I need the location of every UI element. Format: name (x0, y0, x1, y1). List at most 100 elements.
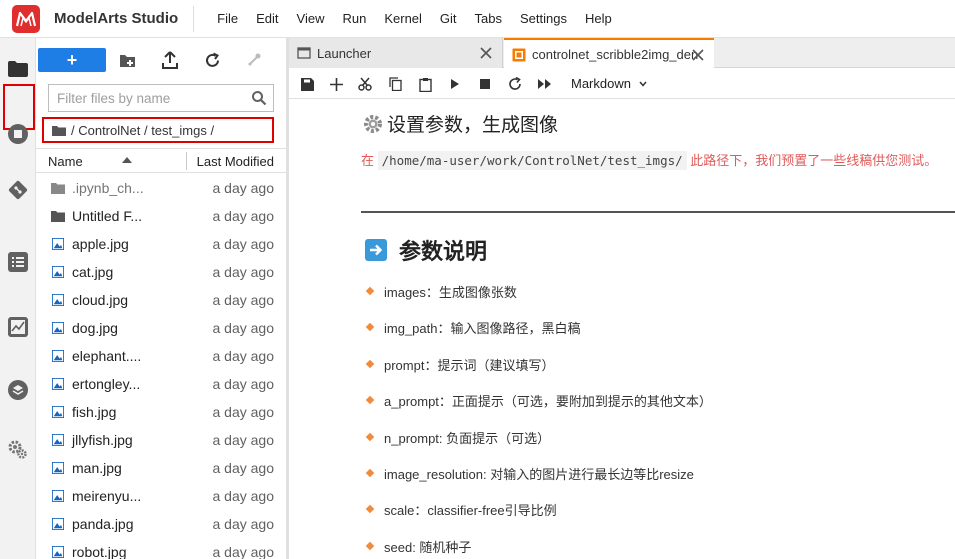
notebook-content[interactable]: 设置参数，生成图像 在 /home/ma-user/work/ControlNe… (289, 100, 955, 559)
menu-git[interactable]: Git (431, 0, 466, 38)
param-text: image_resolution: 对输入的图片进行最长边等比resize (384, 466, 694, 482)
monitor-icon[interactable] (4, 313, 32, 341)
running-terminals-icon[interactable] (4, 120, 32, 148)
list-item[interactable]: man.jpg a day ago (36, 454, 286, 482)
file-name: Untitled F... (72, 208, 143, 224)
filter-files-input[interactable] (57, 90, 247, 106)
menu-edit[interactable]: Edit (247, 0, 287, 38)
param-text: scale：classifier-free引导比例 (384, 503, 557, 519)
settings-heading-text: 设置参数，生成图像 (387, 115, 559, 136)
list-item[interactable]: cat.jpg a day ago (36, 258, 286, 286)
menu-run[interactable]: Run (333, 0, 375, 38)
run-icon[interactable] (447, 76, 463, 92)
path-description: 在 /home/ma-user/work/ControlNet/test_img… (361, 150, 937, 170)
settings-gear-icon[interactable] (4, 435, 32, 463)
file-name: .ipynb_ch... (72, 180, 144, 196)
cut-icon[interactable] (357, 76, 373, 92)
list-item: prompt：提示词（建议填写） (365, 355, 712, 391)
filter-files-box (48, 84, 274, 112)
menu-kernel[interactable]: Kernel (375, 0, 431, 38)
bullet-icon (365, 468, 375, 478)
chevron-down-icon[interactable] (639, 81, 647, 87)
menu-tabs[interactable]: Tabs (466, 0, 511, 38)
last-modified-column-header[interactable]: Last Modified (197, 154, 274, 169)
file-modified: a day ago (212, 236, 275, 252)
param-text: prompt：提示词（建议填写） (384, 357, 555, 373)
param-text: img_path：输入图像路径，黑白稿 (384, 321, 581, 337)
fast-forward-icon[interactable] (537, 76, 553, 92)
search-icon (252, 91, 267, 106)
breadcrumb[interactable]: / ControlNet / test_imgs / (42, 117, 274, 143)
folder-icon[interactable] (4, 55, 32, 83)
list-item[interactable]: Untitled F... a day ago (36, 202, 286, 230)
bullet-icon (365, 432, 375, 441)
name-column-header[interactable]: Name (48, 154, 83, 169)
file-name: fish.jpg (72, 404, 117, 420)
tab-launcher[interactable]: Launcher (289, 38, 503, 68)
sort-ascending-icon (122, 157, 132, 163)
stop-icon[interactable] (477, 76, 493, 92)
menu-settings[interactable]: Settings (511, 0, 576, 38)
list-item: a_prompt：正面提示（可选，要附加到提示的其他文本） (365, 391, 712, 427)
column-divider[interactable] (186, 152, 187, 170)
list-item[interactable]: elephant.... a day ago (36, 342, 286, 370)
image-file-icon (52, 434, 64, 446)
file-name: cat.jpg (72, 264, 114, 280)
file-name: dog.jpg (72, 320, 118, 336)
file-name: meirenyu... (72, 488, 142, 504)
tab-notebook[interactable]: controlnet_scribble2img_den (504, 38, 714, 69)
params-heading: 参数说明 (365, 234, 487, 266)
list-item[interactable]: apple.jpg a day ago (36, 230, 286, 258)
new-launcher-button[interactable]: + (38, 48, 106, 72)
list-item[interactable]: jllyfish.jpg a day ago (36, 426, 286, 454)
breadcrumb-path[interactable]: / ControlNet / test_imgs / (71, 123, 214, 138)
close-icon[interactable] (692, 49, 704, 61)
restart-icon[interactable] (507, 76, 523, 92)
file-modified: a day ago (212, 208, 275, 224)
list-item[interactable]: cloud.jpg a day ago (36, 286, 286, 314)
git-clone-icon[interactable] (244, 50, 264, 70)
file-modified: a day ago (212, 544, 275, 559)
file-browser-toolbar: + (36, 46, 286, 74)
list-item[interactable]: dog.jpg a day ago (36, 314, 286, 342)
folder-icon (52, 125, 66, 136)
table-of-contents-icon[interactable] (4, 248, 32, 276)
file-name: cloud.jpg (72, 292, 129, 308)
close-icon[interactable] (480, 47, 492, 59)
notebook-icon (512, 48, 526, 61)
file-name: jllyfish.jpg (72, 432, 133, 448)
add-cell-icon[interactable] (328, 76, 344, 92)
bullet-icon (365, 541, 375, 550)
list-item[interactable]: panda.jpg a day ago (36, 510, 286, 538)
title-divider (193, 5, 195, 32)
tab-label: Launcher (317, 45, 372, 61)
file-modified: a day ago (212, 264, 275, 280)
new-folder-icon[interactable] (118, 50, 138, 70)
params-heading-text: 参数说明 (399, 239, 488, 264)
list-item[interactable]: .ipynb_ch... a day ago (36, 174, 286, 202)
menu-file[interactable]: File (208, 0, 247, 38)
arrow-right-icon (365, 239, 387, 261)
app-title: ModelArts Studio (54, 10, 179, 27)
list-item: img_path：输入图像路径，黑白稿 (365, 318, 712, 354)
file-name: robot.jpg (72, 544, 127, 559)
gear-icon (364, 114, 382, 133)
list-item[interactable]: robot.jpg a day ago (36, 538, 286, 559)
paste-icon[interactable] (417, 76, 433, 92)
menu-view[interactable]: View (288, 0, 334, 38)
modelarts-logo-icon (12, 4, 40, 33)
list-item[interactable]: ertongley... a day ago (36, 370, 286, 398)
refresh-icon[interactable] (202, 50, 222, 70)
menu-help[interactable]: Help (576, 0, 621, 38)
list-item[interactable]: fish.jpg a day ago (36, 398, 286, 426)
cell-type-select[interactable]: Markdown (571, 76, 631, 91)
file-modified: a day ago (212, 320, 275, 336)
extensions-icon[interactable] (4, 376, 32, 404)
git-icon[interactable] (4, 176, 32, 204)
file-modified: a day ago (212, 292, 275, 308)
save-icon[interactable] (299, 76, 315, 92)
copy-icon[interactable] (387, 76, 403, 92)
list-item: image_resolution: 对输入的图片进行最长边等比resize (365, 464, 712, 500)
list-item[interactable]: meirenyu... a day ago (36, 482, 286, 510)
upload-icon[interactable] (160, 50, 180, 70)
